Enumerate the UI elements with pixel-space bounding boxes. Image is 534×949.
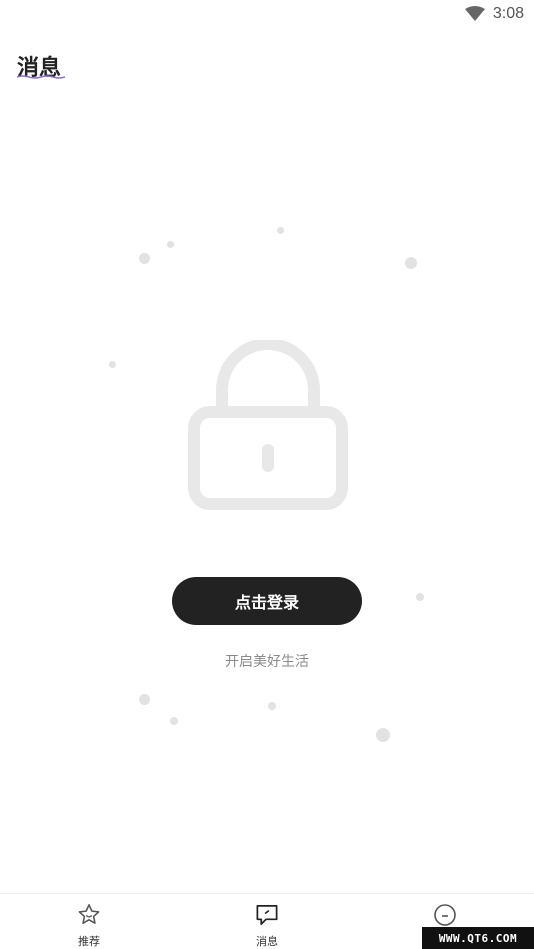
decor-dot [376,728,390,742]
nav-tab-messages[interactable]: 消息 [178,894,356,949]
decor-dot [139,253,150,264]
login-button[interactable]: 点击登录 [172,577,362,625]
decor-dot [405,257,417,269]
nav-tab-recommend[interactable]: 推荐 [0,894,178,949]
decor-dot [416,593,424,601]
star-icon [78,904,100,924]
wifi-icon [464,6,485,21]
status-time: 3:08 [492,5,524,22]
decor-dot [268,702,276,710]
title-underline [17,75,65,79]
decor-dot [277,227,284,234]
nav-label-recommend: 推荐 [78,935,100,948]
messages-screen: 3:08 消息 点击登录 开启美好生活 推荐 消息 WWW.QT6.COM [0,0,534,949]
watermark: WWW.QT6.COM [422,927,534,949]
subtitle-text: 开启美好生活 [225,654,309,670]
decor-dot [170,717,178,725]
profile-icon [434,904,456,926]
decor-dot [109,361,116,368]
lock-icon [188,340,348,510]
decor-dot [139,694,150,705]
status-bar: 3:08 [0,0,534,28]
message-icon [256,904,278,925]
nav-label-messages: 消息 [256,935,278,948]
decor-dot [167,241,174,248]
